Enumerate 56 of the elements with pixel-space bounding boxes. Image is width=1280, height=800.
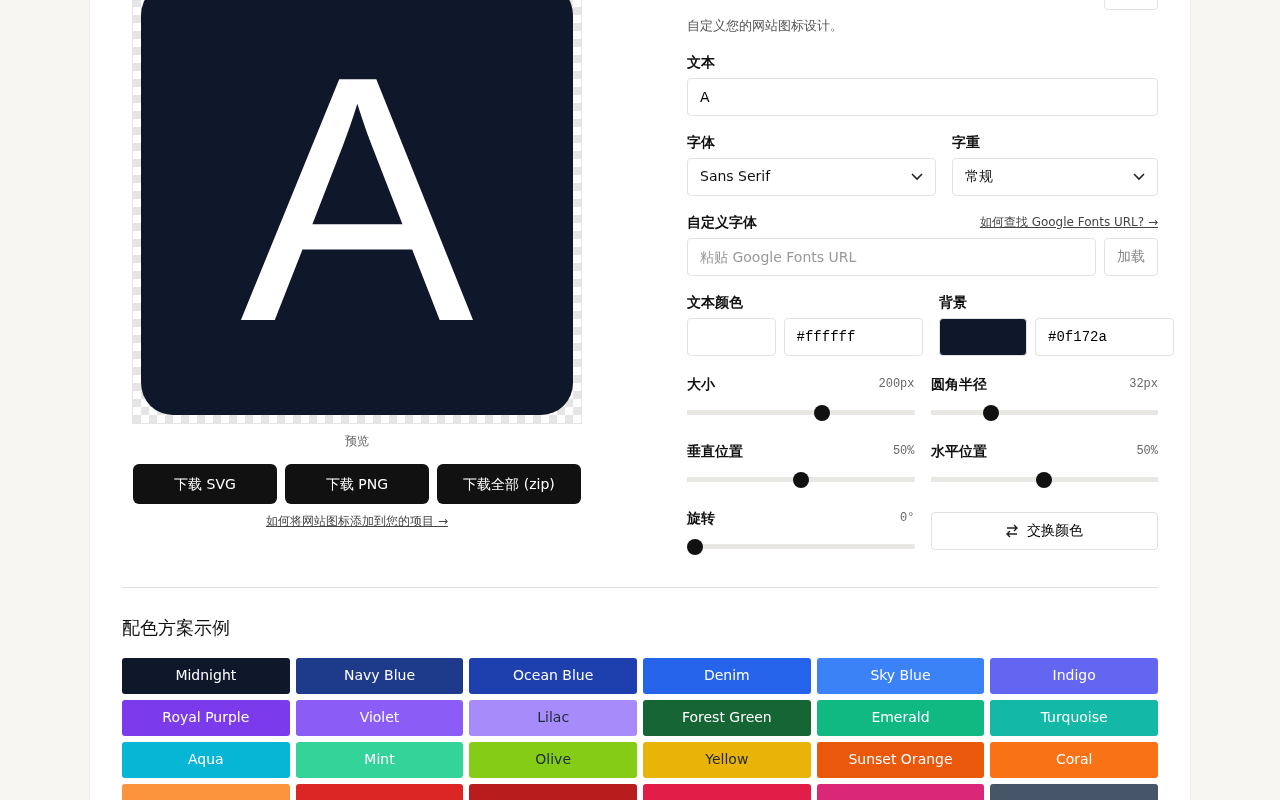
- swap-icon: [1005, 523, 1020, 538]
- color-scheme-button[interactable]: Ocean Blue: [469, 657, 637, 694]
- hex-input[interactable]: #0f172a: [1035, 317, 1174, 356]
- field-label: 自定义字体: [687, 212, 757, 232]
- slider-reading: 50%: [1136, 442, 1158, 460]
- color-scheme-button[interactable]: Lilac: [469, 699, 637, 736]
- color-scheme-button[interactable]: Royal Purple: [122, 699, 290, 736]
- field-label: 文本颜色: [687, 292, 743, 312]
- color-scheme-button[interactable]: Indigo: [990, 657, 1158, 694]
- slider-thumb[interactable]: [813, 404, 830, 421]
- color-swatch[interactable]: [938, 317, 1028, 356]
- chevron-icon: [910, 172, 923, 181]
- swap-colors-button[interactable]: 交换颜色: [930, 511, 1158, 550]
- slider-label: 大小: [687, 374, 715, 394]
- chevron-icon: [1133, 172, 1145, 181]
- color-scheme-button[interactable]: Olive: [469, 741, 637, 778]
- slider-thumb[interactable]: [687, 538, 703, 555]
- color-swatch[interactable]: [687, 317, 776, 356]
- field-label: 字重: [951, 132, 980, 152]
- slider-reading: 0°: [900, 509, 915, 527]
- slider-label: 旋转: [687, 508, 715, 528]
- select-field[interactable]: Sans Serif: [687, 157, 936, 196]
- select-field[interactable]: 常规: [951, 157, 1158, 196]
- color-scheme-button[interactable]: Midnight: [122, 657, 290, 694]
- section-heading: 配色方案示例: [122, 615, 231, 640]
- preview-caption: 预览: [345, 433, 369, 450]
- color-scheme-button[interactable]: Forest Green: [643, 699, 811, 736]
- download-button[interactable]: 下载 PNG: [285, 464, 429, 504]
- slider-thumb[interactable]: [1036, 471, 1053, 488]
- color-scheme-button[interactable]: Sunset Orange: [816, 741, 985, 778]
- load-button[interactable]: 加载: [1104, 237, 1158, 276]
- help-link[interactable]: 如何查找 Google Fonts URL? →: [979, 212, 1158, 231]
- slider-reading: 200px: [878, 375, 915, 393]
- url-input[interactable]: 粘贴 Google Fonts URL: [687, 237, 1096, 276]
- download-button[interactable]: 下载全部 (zip): [437, 464, 581, 504]
- slider-label: 垂直位置: [687, 441, 743, 461]
- slider-label: 圆角半径: [930, 374, 987, 394]
- slider-reading: 32px: [1129, 375, 1158, 393]
- help-link[interactable]: 如何将网站图标添加到您的项目 →: [266, 512, 448, 530]
- color-scheme-button[interactable]: Violet: [295, 699, 464, 736]
- field-label: 背景: [938, 292, 967, 312]
- slider-thumb[interactable]: [983, 404, 1000, 421]
- icon-preview: A: [141, 0, 573, 415]
- slider-thumb[interactable]: [792, 471, 809, 488]
- color-scheme-button[interactable]: Yellow: [643, 741, 811, 778]
- slider-label: 水平位置: [930, 441, 987, 461]
- hex-input[interactable]: #ffffff: [783, 317, 923, 356]
- section-subtitle: 自定义您的网站图标设计。: [687, 17, 843, 35]
- color-scheme-button[interactable]: Sky Blue: [816, 657, 985, 694]
- text-input[interactable]: A: [687, 77, 1158, 116]
- color-scheme-button[interactable]: Denim: [643, 657, 811, 694]
- slider-reading: 50%: [892, 442, 915, 460]
- field-label: 文本: [687, 52, 715, 72]
- color-scheme-button[interactable]: Navy Blue: [295, 657, 464, 694]
- download-button[interactable]: 下载 SVG: [133, 464, 277, 504]
- field-label: 字体: [687, 132, 715, 152]
